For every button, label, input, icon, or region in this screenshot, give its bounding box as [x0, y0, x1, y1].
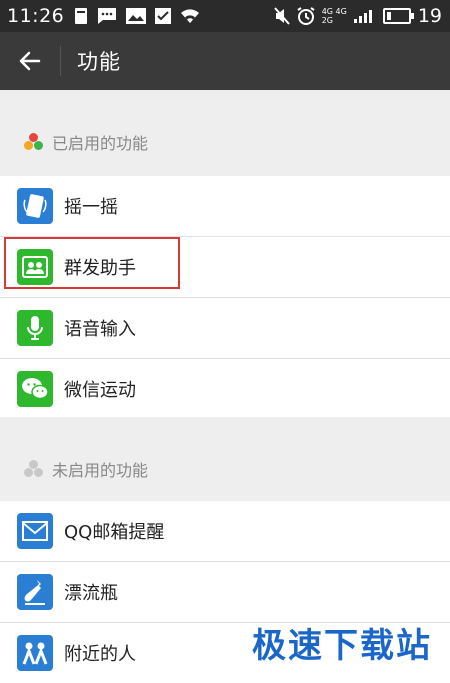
dot-grey	[24, 468, 33, 477]
feature-row-mass-send[interactable]: 群发助手	[0, 237, 450, 298]
dot-grey	[34, 468, 43, 477]
network-indicator: 4G 4G 2G	[322, 7, 347, 25]
feature-label: QQ邮箱提醒	[64, 522, 165, 543]
dot-yellow	[24, 141, 33, 150]
feature-row-qq-mail[interactable]: QQ邮箱提醒	[0, 501, 450, 562]
mute-icon	[273, 7, 290, 25]
signal-icon	[353, 10, 372, 23]
image-icon	[126, 8, 147, 24]
status-bar: 11:26 4G 4G 2G 19	[0, 0, 450, 32]
checkbox-icon	[155, 8, 172, 24]
network-bottom: 2G	[321, 16, 333, 25]
notification-icon	[75, 8, 88, 24]
enabled-dots-icon	[24, 133, 44, 151]
disabled-section-header: 未启用的功能	[0, 417, 450, 503]
battery-level: 19	[417, 5, 442, 27]
shake-icon	[17, 188, 53, 224]
microphone-icon	[17, 310, 53, 346]
enabled-section-title: 已启用的功能	[52, 134, 149, 153]
mass-send-icon	[17, 249, 53, 285]
mail-icon	[17, 513, 53, 549]
battery-fill	[386, 12, 391, 20]
status-right: 4G 4G 2G 19	[273, 5, 442, 27]
arrow-left-icon	[19, 51, 41, 71]
title-bar: 功能	[0, 32, 450, 90]
feature-row-drift-bottle[interactable]: 漂流瓶	[0, 562, 450, 623]
feature-label: 微信运动	[64, 380, 136, 401]
title-divider	[60, 46, 61, 76]
bottle-icon	[17, 574, 53, 610]
status-time: 11:26	[7, 5, 65, 27]
feature-label: 漂流瓶	[64, 583, 118, 604]
feature-label: 语音输入	[64, 319, 136, 340]
feature-row-wechat-sports[interactable]: 微信运动	[0, 359, 450, 419]
message-icon	[98, 8, 117, 24]
network-top: 4G 4G	[321, 7, 347, 16]
enabled-section-header: 已启用的功能	[0, 90, 450, 176]
page-title: 功能	[77, 50, 121, 74]
notification-icons	[74, 7, 200, 25]
wifi-icon	[181, 9, 200, 23]
dot-green	[34, 141, 43, 150]
enabled-feature-list: 摇一摇 群发助手 语音输入 微信运动	[0, 176, 450, 419]
feature-label: 附近的人	[64, 644, 136, 665]
feature-row-shake[interactable]: 摇一摇	[0, 176, 450, 237]
people-nearby-icon	[17, 635, 53, 671]
disabled-dots-icon	[24, 460, 44, 478]
feature-label: 摇一摇	[64, 197, 118, 218]
alarm-icon	[297, 7, 315, 25]
wechat-sports-icon	[17, 371, 53, 407]
disabled-section-title: 未启用的功能	[52, 461, 149, 480]
feature-row-voice-input[interactable]: 语音输入	[0, 298, 450, 359]
battery-icon	[382, 8, 414, 24]
feature-label: 群发助手	[64, 258, 136, 279]
back-button[interactable]	[0, 32, 60, 90]
watermark: 极速下载站	[252, 626, 432, 666]
